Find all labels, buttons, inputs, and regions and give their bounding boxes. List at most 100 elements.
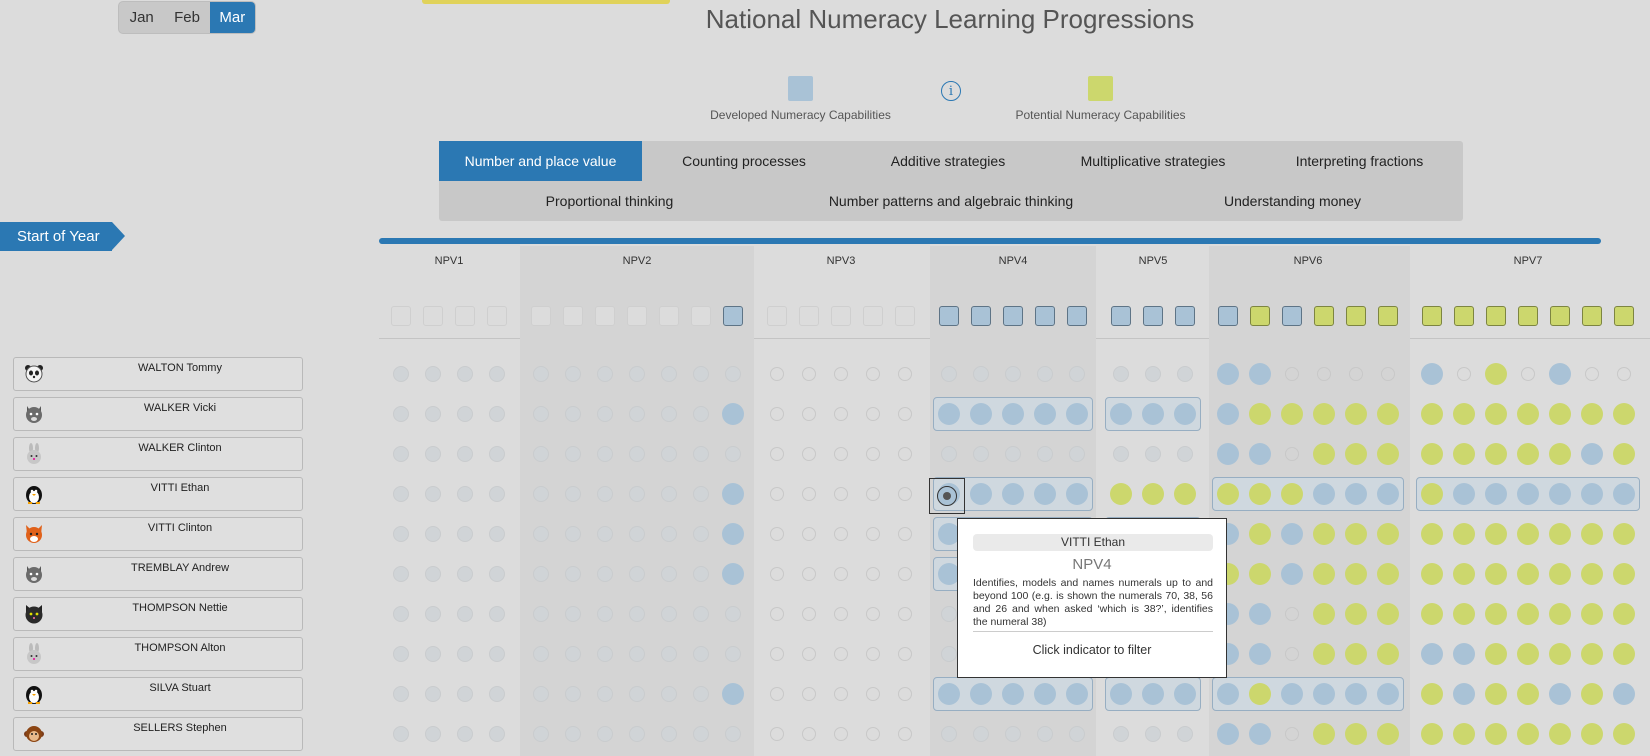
indicator-dot[interactable] xyxy=(1281,403,1303,425)
indicator-dot[interactable] xyxy=(629,486,645,502)
indicator-dot[interactable] xyxy=(693,486,709,502)
indicator-dot[interactable] xyxy=(1345,403,1367,425)
indicator-dot[interactable] xyxy=(565,486,581,502)
indicator-dot[interactable] xyxy=(693,726,709,742)
indicator-dot[interactable] xyxy=(533,486,549,502)
indicator-dot[interactable] xyxy=(898,687,912,701)
indicator-dot[interactable] xyxy=(941,606,957,622)
indicator-dot[interactable] xyxy=(629,406,645,422)
indicator-dot[interactable] xyxy=(457,726,473,742)
indicator-header[interactable] xyxy=(863,306,883,326)
indicator-dot[interactable] xyxy=(938,403,960,425)
indicator-dot[interactable] xyxy=(1421,563,1443,585)
indicator-dot[interactable] xyxy=(1002,403,1024,425)
indicator-dot[interactable] xyxy=(770,727,784,741)
indicator-dot[interactable] xyxy=(722,683,744,705)
indicator-dot[interactable] xyxy=(1174,403,1196,425)
indicator-dot[interactable] xyxy=(1517,443,1539,465)
indicator-dot[interactable] xyxy=(970,403,992,425)
indicator-header[interactable] xyxy=(1003,306,1023,326)
indicator-dot[interactable] xyxy=(1313,603,1335,625)
indicator-dot[interactable] xyxy=(1285,727,1299,741)
tab-number-patterns[interactable]: Number patterns and algebraic thinking xyxy=(780,181,1122,221)
indicator-dot[interactable] xyxy=(457,526,473,542)
indicator-dot[interactable] xyxy=(1345,443,1367,465)
indicator-dot[interactable] xyxy=(802,687,816,701)
indicator-dot[interactable] xyxy=(629,366,645,382)
indicator-dot[interactable] xyxy=(1313,643,1335,665)
indicator-dot[interactable] xyxy=(629,526,645,542)
indicator-dot[interactable] xyxy=(725,646,741,662)
indicator-dot[interactable] xyxy=(1313,523,1335,545)
tab-number-and-place-value[interactable]: Number and place value xyxy=(439,141,642,181)
indicator-dot[interactable] xyxy=(1453,643,1475,665)
tab-counting-processes[interactable]: Counting processes xyxy=(642,141,846,181)
indicator-dot[interactable] xyxy=(533,406,549,422)
indicator-dot[interactable] xyxy=(565,646,581,662)
indicator-header[interactable] xyxy=(563,306,583,326)
indicator-dot[interactable] xyxy=(457,406,473,422)
indicator-dot[interactable] xyxy=(1145,446,1161,462)
indicator-dot[interactable] xyxy=(1281,563,1303,585)
indicator-dot[interactable] xyxy=(489,566,505,582)
indicator-dot[interactable] xyxy=(597,446,613,462)
indicator-dot[interactable] xyxy=(1377,643,1399,665)
indicator-dot[interactable] xyxy=(661,486,677,502)
indicator-dot[interactable] xyxy=(1521,367,1535,381)
indicator-dot[interactable] xyxy=(693,606,709,622)
indicator-dot[interactable] xyxy=(1377,523,1399,545)
indicator-dot[interactable] xyxy=(1549,483,1571,505)
indicator-dot[interactable] xyxy=(770,567,784,581)
indicator-dot[interactable] xyxy=(1249,363,1271,385)
indicator-dot[interactable] xyxy=(898,727,912,741)
indicator-dot[interactable] xyxy=(1002,483,1024,505)
indicator-dot[interactable] xyxy=(898,367,912,381)
indicator-dot[interactable] xyxy=(1549,523,1571,545)
indicator-header[interactable] xyxy=(531,306,551,326)
level-label-npv2[interactable]: NPV2 xyxy=(623,255,652,267)
indicator-dot[interactable] xyxy=(1485,443,1507,465)
indicator-dot[interactable] xyxy=(629,686,645,702)
selected-indicator[interactable] xyxy=(929,478,965,514)
indicator-dot[interactable] xyxy=(1517,603,1539,625)
level-label-npv6[interactable]: NPV6 xyxy=(1294,255,1323,267)
level-label-npv3[interactable]: NPV3 xyxy=(827,255,856,267)
indicator-dot[interactable] xyxy=(866,727,880,741)
indicator-dot[interactable] xyxy=(1034,683,1056,705)
indicator-dot[interactable] xyxy=(834,727,848,741)
indicator-dot[interactable] xyxy=(1217,403,1239,425)
indicator-dot[interactable] xyxy=(1110,403,1132,425)
indicator-header[interactable] xyxy=(831,306,851,326)
indicator-dot[interactable] xyxy=(1313,563,1335,585)
indicator-dot[interactable] xyxy=(693,566,709,582)
indicator-dot[interactable] xyxy=(1581,603,1603,625)
indicator-dot[interactable] xyxy=(802,367,816,381)
indicator-dot[interactable] xyxy=(898,607,912,621)
indicator-dot[interactable] xyxy=(866,527,880,541)
indicator-dot[interactable] xyxy=(597,406,613,422)
indicator-dot[interactable] xyxy=(1485,563,1507,585)
indicator-dot[interactable] xyxy=(1581,523,1603,545)
indicator-dot[interactable] xyxy=(834,447,848,461)
indicator-dot[interactable] xyxy=(489,686,505,702)
student-card[interactable]: WALKER Vicki xyxy=(13,397,303,431)
indicator-dot[interactable] xyxy=(597,646,613,662)
indicator-dot[interactable] xyxy=(1110,683,1132,705)
indicator-header[interactable] xyxy=(1175,306,1195,326)
indicator-dot[interactable] xyxy=(597,566,613,582)
indicator-header[interactable] xyxy=(1346,306,1366,326)
indicator-dot[interactable] xyxy=(898,487,912,501)
indicator-dot[interactable] xyxy=(725,446,741,462)
indicator-dot[interactable] xyxy=(393,526,409,542)
indicator-dot[interactable] xyxy=(1517,643,1539,665)
indicator-dot[interactable] xyxy=(1517,483,1539,505)
indicator-dot[interactable] xyxy=(1066,483,1088,505)
indicator-dot[interactable] xyxy=(941,446,957,462)
indicator-dot[interactable] xyxy=(1581,483,1603,505)
indicator-dot[interactable] xyxy=(1142,683,1164,705)
indicator-dot[interactable] xyxy=(489,446,505,462)
indicator-dot[interactable] xyxy=(425,486,441,502)
indicator-dot[interactable] xyxy=(1313,683,1335,705)
indicator-dot[interactable] xyxy=(489,526,505,542)
indicator-header[interactable] xyxy=(1614,306,1634,326)
